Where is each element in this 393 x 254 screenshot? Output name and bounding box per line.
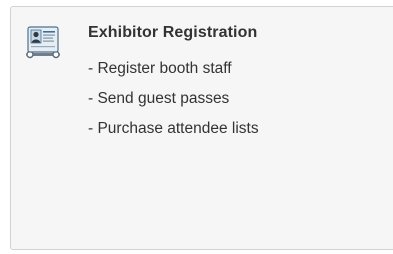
exhibitor-registration-card[interactable]: Exhibitor Registration - Register booth … bbox=[10, 6, 393, 250]
card-title: Exhibitor Registration bbox=[88, 24, 258, 41]
badge-icon bbox=[25, 25, 61, 61]
list-item: - Purchase attendee lists bbox=[88, 120, 259, 137]
list-item: - Send guest passes bbox=[88, 90, 230, 107]
feature-list: - Register booth staff - Send guest pass… bbox=[88, 60, 259, 150]
list-item: - Register booth staff bbox=[88, 60, 232, 77]
